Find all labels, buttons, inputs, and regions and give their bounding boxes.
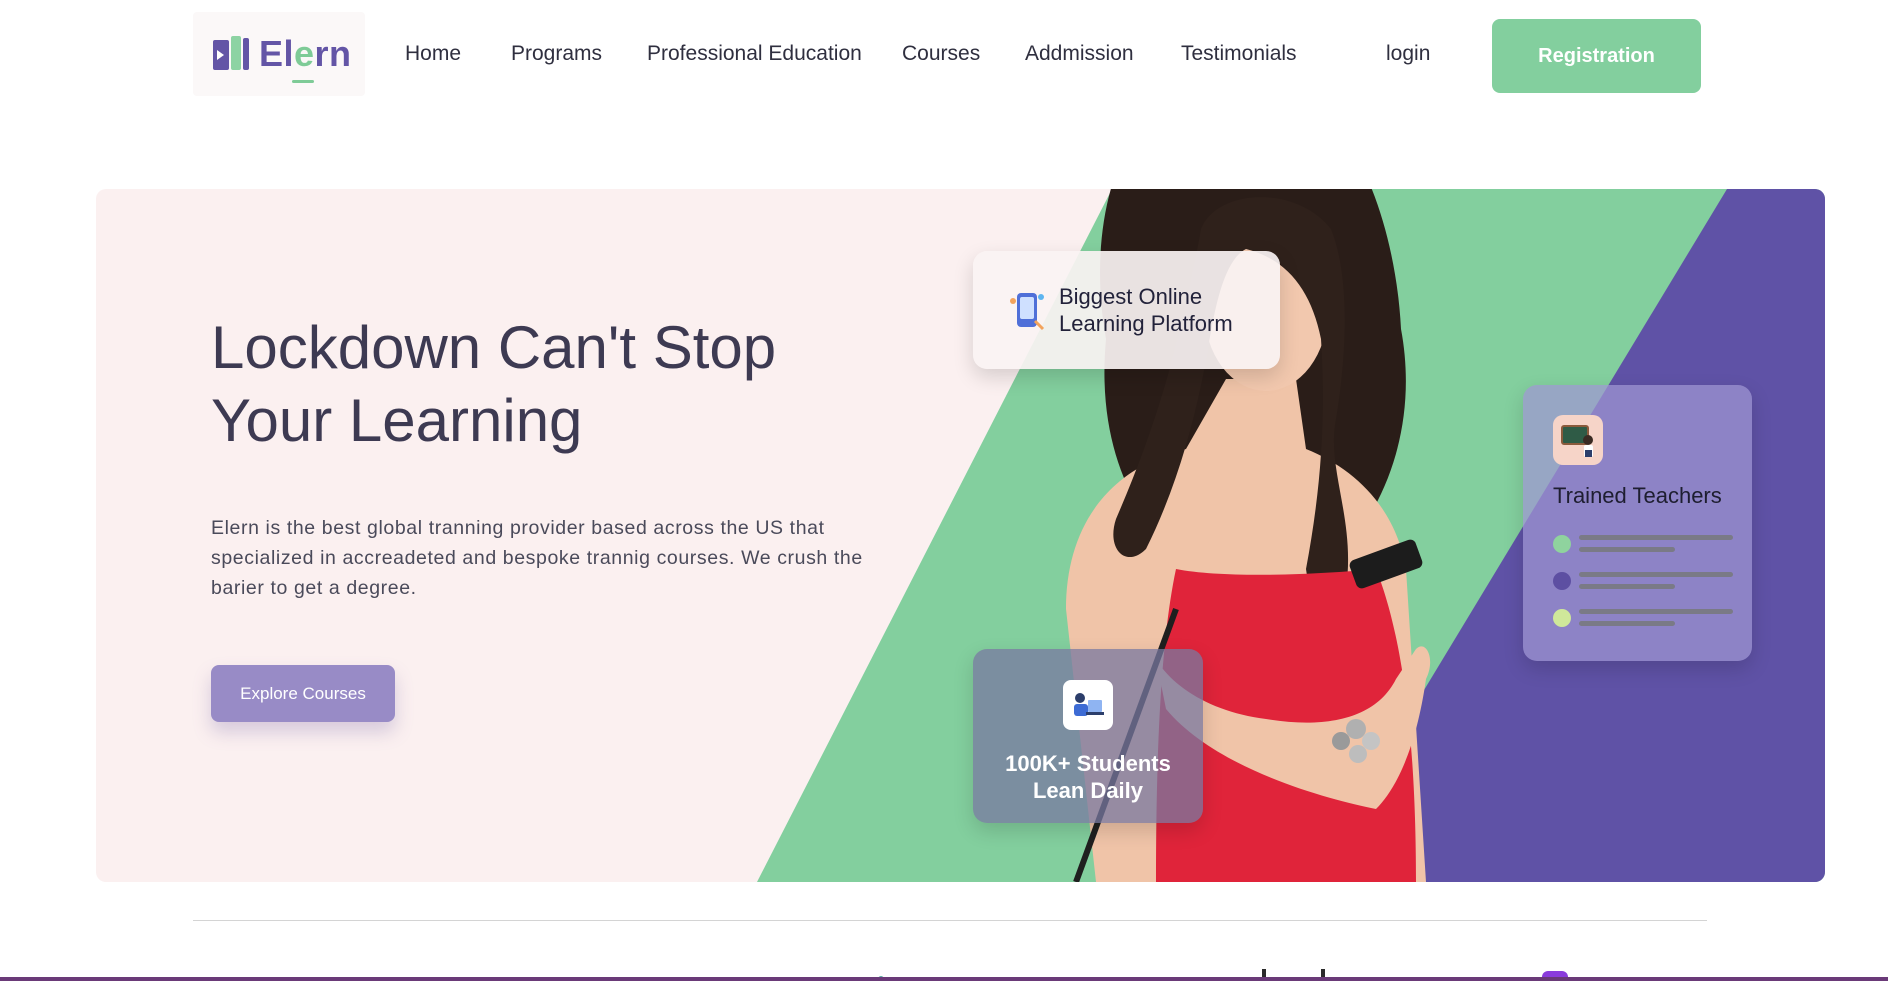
hero-title: Lockdown Can't Stop Your Learning bbox=[211, 314, 777, 454]
students-card: 100K+ Students Lean Daily bbox=[973, 649, 1203, 823]
list-item bbox=[1553, 597, 1752, 634]
students-line1: 100K+ Students bbox=[1005, 751, 1171, 776]
hero-description: Elern is the best global tranning provid… bbox=[211, 517, 863, 599]
list-item bbox=[1553, 560, 1752, 597]
explore-courses-button[interactable]: Explore Courses bbox=[211, 665, 395, 722]
nav-home[interactable]: Home bbox=[405, 42, 461, 66]
hero-section: Lockdown Can't Stop Your Learning Elern i… bbox=[96, 189, 1825, 882]
brand-logo[interactable]: Elern bbox=[193, 12, 365, 96]
nav-courses[interactable]: Courses bbox=[902, 42, 980, 66]
teachers-list bbox=[1553, 523, 1752, 634]
list-item bbox=[1553, 523, 1752, 560]
teachers-title: Trained Teachers bbox=[1553, 483, 1722, 508]
nav-professional-education[interactable]: Professional Education bbox=[647, 42, 862, 66]
nav-testimonials[interactable]: Testimonials bbox=[1181, 42, 1297, 66]
nav-admission[interactable]: Addmission bbox=[1025, 42, 1134, 66]
student-laptop-icon bbox=[1063, 680, 1113, 730]
section-divider bbox=[193, 920, 1707, 921]
platform-line2: Learning Platform bbox=[1059, 311, 1233, 336]
site-header: Elern Home Programs Professional Educati… bbox=[0, 0, 1888, 112]
platform-line1: Biggest Online bbox=[1059, 284, 1203, 309]
bottom-border bbox=[0, 977, 1888, 981]
teacher-blackboard-icon bbox=[1553, 415, 1603, 465]
nav-programs[interactable]: Programs bbox=[511, 42, 602, 66]
book-logo-icon bbox=[213, 36, 251, 72]
platform-card: Biggest Online Learning Platform bbox=[973, 251, 1280, 369]
brand-name: Elern bbox=[259, 33, 352, 83]
registration-button[interactable]: Registration bbox=[1492, 19, 1701, 93]
teachers-card: Trained Teachers bbox=[1523, 385, 1752, 661]
login-link[interactable]: login bbox=[1386, 42, 1430, 66]
mobile-learning-icon bbox=[1010, 293, 1045, 331]
students-line2: Lean Daily bbox=[1032, 778, 1144, 803]
